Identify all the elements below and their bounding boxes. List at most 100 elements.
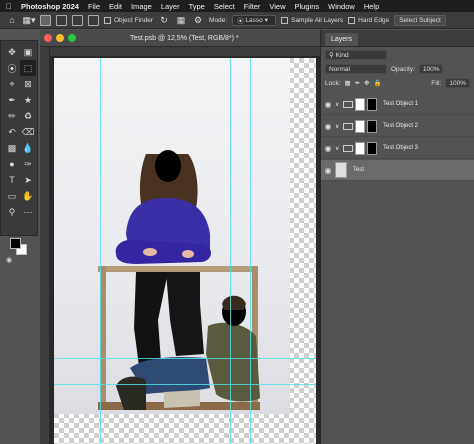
chevron-down-icon[interactable]: ∨ (335, 145, 341, 152)
adult-hand (143, 248, 157, 256)
gear-icon[interactable]: ⚙ (192, 14, 204, 26)
pen-tool-icon[interactable]: ✑ (20, 156, 36, 172)
new-selection-icon[interactable] (40, 14, 51, 26)
document-tab[interactable]: Test.psb @ 12,5% (Test, RGB/8*) * (40, 30, 320, 47)
fill-input[interactable]: 100% (445, 78, 470, 88)
brush-tool-icon[interactable]: ✏ (4, 108, 20, 124)
refresh-icon[interactable]: ↻ (158, 14, 170, 26)
visibility-eye-icon[interactable]: ◉ (321, 100, 335, 109)
guide-horizontal[interactable] (54, 384, 316, 385)
hard-edge-checkbox[interactable]: Hard Edge (348, 16, 390, 24)
checkbox-icon (104, 16, 111, 24)
apple-menu-icon[interactable]:  (6, 2, 12, 11)
menu-view[interactable]: View (269, 2, 285, 11)
lock-all-icon[interactable]: 🔒 (374, 79, 382, 87)
visibility-eye-icon[interactable]: ◉ (321, 144, 335, 153)
fill-label: Fill: (431, 79, 442, 87)
healing-brush-tool-icon[interactable]: ★ (20, 92, 36, 108)
chevron-down-icon[interactable]: ∨ (335, 101, 341, 108)
gradient-tool-icon[interactable]: ▩ (4, 140, 20, 156)
more-tools-icon[interactable]: ⋯ (20, 204, 36, 220)
app-menu[interactable]: Photoshop 2024 (21, 2, 79, 11)
menu-plugins[interactable]: Plugins (295, 2, 320, 11)
object-finder-checkbox[interactable]: Object Finder (104, 16, 153, 24)
layer-row-selected[interactable]: ◉ Test (321, 160, 474, 181)
opacity-input[interactable]: 100% (418, 64, 444, 74)
maximize-icon[interactable] (68, 34, 76, 42)
books (164, 390, 200, 408)
path-selection-tool-icon[interactable]: ➤ (20, 172, 36, 188)
menu-help[interactable]: Help (364, 2, 379, 11)
adult-right-leg (166, 272, 204, 356)
lock-paint-icon[interactable]: ✒ (355, 79, 360, 87)
vertical-ruler[interactable] (40, 47, 50, 444)
mode-value: Lasso (245, 16, 263, 24)
menu-window[interactable]: Window (328, 2, 355, 11)
layer-name: Test Object 1 (383, 101, 419, 107)
type-tool-icon[interactable]: T (4, 172, 20, 188)
visibility-eye-icon[interactable]: ◉ (321, 166, 335, 175)
minimize-icon[interactable] (56, 34, 64, 42)
photo (54, 58, 290, 414)
eraser-tool-icon[interactable]: ⌫ (20, 124, 36, 140)
dodge-tool-icon[interactable]: ● (4, 156, 20, 172)
quick-mask-icon[interactable]: ◉ (4, 255, 14, 265)
mode-label: Mode: (209, 16, 228, 24)
layer-row[interactable]: ◉ ∨ Test Object 1 (321, 94, 474, 115)
chevron-down-icon: ▾ (262, 17, 268, 24)
menu-layer[interactable]: Layer (161, 2, 180, 11)
lock-pixels-icon[interactable]: ▦ (345, 79, 351, 87)
checkbox-icon (348, 16, 356, 24)
layer-kind-filter[interactable]: ⚲ Kind (325, 50, 387, 60)
sample-all-layers-checkbox[interactable]: Sample All Layers (281, 16, 343, 24)
menu-image[interactable]: Image (131, 2, 152, 11)
close-icon[interactable] (44, 34, 52, 42)
guide-vertical[interactable] (230, 58, 231, 444)
blur-tool-icon[interactable]: 💧 (20, 140, 36, 156)
mode-select[interactable]: ⦿ Lasso ▾ (232, 14, 277, 26)
clone-stamp-tool-icon[interactable]: ♻ (20, 108, 36, 124)
hand-tool-icon[interactable]: ✋ (20, 188, 36, 204)
eyedropper-tool-icon[interactable]: ✒ (4, 92, 20, 108)
move-tool-icon[interactable]: ✥ (4, 44, 20, 60)
canvas[interactable] (54, 58, 316, 444)
foreground-color-swatch[interactable] (10, 238, 21, 249)
horizontal-ruler[interactable] (50, 47, 320, 57)
frame-tool-icon[interactable]: ⊠ (20, 76, 36, 92)
tab-layers[interactable]: Layers (325, 33, 359, 46)
menu-filter[interactable]: Filter (244, 2, 261, 11)
lasso-tool-icon[interactable]: ⦿ (4, 60, 20, 76)
document-title: Test.psb @ 12,5% (Test, RGB/8*) * (130, 34, 239, 42)
visibility-eye-icon[interactable]: ◉ (321, 122, 335, 131)
chevron-down-icon[interactable]: ∨ (335, 123, 341, 130)
guide-vertical[interactable] (250, 58, 251, 444)
add-to-selection-icon[interactable] (56, 14, 67, 26)
menu-edit[interactable]: Edit (109, 2, 122, 11)
layer-name: Test Object 3 (383, 145, 419, 151)
select-subject-button[interactable]: Select Subject (394, 14, 446, 26)
crop-tool-icon[interactable]: ⌖ (4, 76, 20, 92)
artboard-tool-icon[interactable]: ▣ (20, 44, 36, 60)
object-selection-tool-icon[interactable]: ⬚ (20, 60, 36, 76)
rectangle-tool-icon[interactable]: ▭ (4, 188, 20, 204)
zoom-tool-icon[interactable]: ⚲ (4, 204, 20, 220)
home-icon[interactable]: ⌂ (6, 14, 18, 26)
lock-position-icon[interactable]: ✥ (364, 79, 369, 87)
guide-horizontal[interactable] (54, 358, 316, 359)
blend-mode-select[interactable]: Normal (325, 64, 387, 74)
grid-icon[interactable]: ▦ (175, 14, 187, 26)
menu-file[interactable]: File (88, 2, 100, 11)
layer-row[interactable]: ◉ ∨ Test Object 2 (321, 116, 474, 137)
tool-preset-icon[interactable]: ▦▾ (22, 14, 35, 26)
subtract-from-selection-icon[interactable] (72, 14, 83, 26)
intersect-selection-icon[interactable] (88, 14, 99, 26)
hard-edge-label: Hard Edge (358, 16, 390, 24)
blend-row: Normal Opacity: 100% (321, 63, 474, 75)
guide-vertical[interactable] (100, 58, 101, 444)
menu-select[interactable]: Select (214, 2, 235, 11)
history-brush-tool-icon[interactable]: ↶ (4, 124, 20, 140)
layer-row[interactable]: ◉ ∨ Test Object 3 (321, 138, 474, 159)
layer-name: Test (353, 167, 365, 173)
layer-thumbnail (355, 97, 365, 111)
menu-type[interactable]: Type (189, 2, 205, 11)
